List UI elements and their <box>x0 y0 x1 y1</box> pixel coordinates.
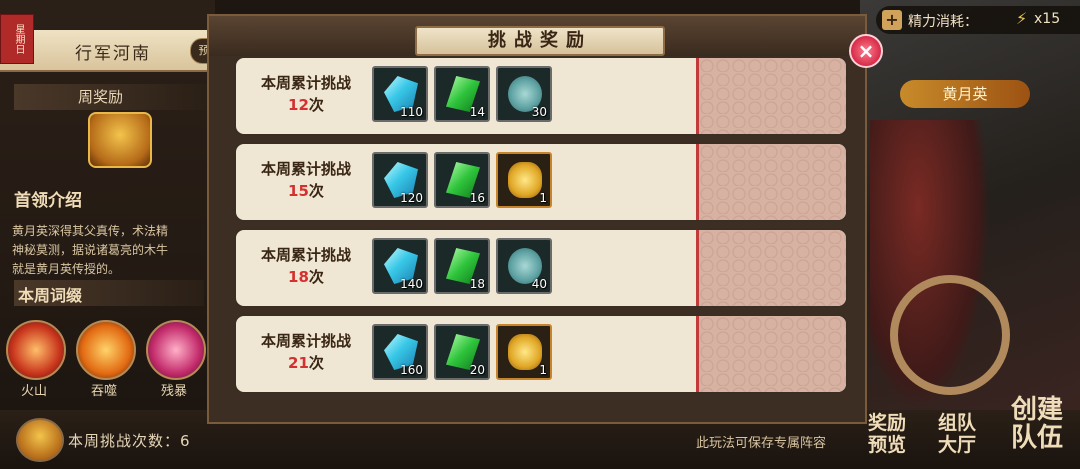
row-decoration <box>696 316 846 392</box>
threshold-prefix: 本周累计挑战 <box>260 332 351 350</box>
item-quantity: 110 <box>400 105 423 119</box>
reward-item[interactable]: 1 <box>496 152 552 208</box>
item-quantity: 1 <box>539 363 547 377</box>
boss-intro-title: 首领介绍 <box>14 191 82 211</box>
chest-icon[interactable] <box>16 418 64 462</box>
modal-title-plate: 挑战奖励 <box>415 26 665 56</box>
reward-item[interactable]: 20 <box>434 324 490 380</box>
reward-item[interactable]: 40 <box>496 238 552 294</box>
treasure-chest-icon[interactable] <box>88 112 152 168</box>
lightning-icon: ⚡ <box>1016 9 1028 28</box>
row-decoration <box>696 230 846 306</box>
threshold-suffix: 次 <box>308 182 324 200</box>
threshold-count: 15 <box>288 182 309 200</box>
threshold-suffix: 次 <box>308 96 324 114</box>
brutal-affix-icon[interactable] <box>146 320 206 380</box>
item-quantity: 1 <box>539 191 547 205</box>
weekly-challenge-count: 本周挑战次数：6 <box>68 432 191 450</box>
challenge-threshold-label: 本周累计挑战 18次 <box>246 244 366 288</box>
threshold-count: 12 <box>288 96 309 114</box>
weekly-affix-title: 本周词缀 <box>18 286 83 305</box>
stamina-cost-value: x15 <box>1034 11 1061 27</box>
challenge-threshold-label: 本周累计挑战 21次 <box>246 330 366 374</box>
affix-label: 火山 <box>20 384 47 399</box>
boss-name-plate: 黄月英 <box>900 80 1030 108</box>
boss-intro-text: 黄月英深得其父真传，术法精 神秘莫测，据说诸葛亮的木牛 就是黄月英传授的。 <box>12 224 169 276</box>
reward-row: 本周累计挑战 12次 110 14 30 <box>234 56 848 136</box>
item-quantity: 18 <box>469 277 485 291</box>
reward-item[interactable]: 16 <box>434 152 490 208</box>
item-quantity: 140 <box>400 277 423 291</box>
challenge-threshold-label: 本周累计挑战 12次 <box>246 72 366 116</box>
threshold-suffix: 次 <box>308 268 324 286</box>
item-quantity: 16 <box>469 191 485 205</box>
reward-list[interactable]: 本周累计挑战 12次 110 14 30 本周累计挑战 15次 120 16 1… <box>234 56 848 400</box>
reward-item[interactable]: 1 <box>496 324 552 380</box>
item-quantity: 14 <box>469 105 485 119</box>
weekly-reward-header: 周奖励 <box>14 84 210 110</box>
threshold-prefix: 本周累计挑战 <box>260 160 351 178</box>
add-stamina-button[interactable]: + <box>882 10 902 30</box>
item-quantity: 20 <box>469 363 485 377</box>
scene-ring <box>890 275 1010 395</box>
reward-row: 本周累计挑战 21次 160 20 1 <box>234 314 848 394</box>
reward-item[interactable]: 120 <box>372 152 428 208</box>
reward-row: 本周累计挑战 18次 140 18 40 <box>234 228 848 308</box>
lineup-note: 此玩法可保存专属阵容 <box>696 436 827 451</box>
reward-item[interactable]: 14 <box>434 66 490 122</box>
row-decoration <box>696 58 846 134</box>
reward-item[interactable]: 110 <box>372 66 428 122</box>
close-button[interactable]: × <box>849 34 883 68</box>
reward-row: 本周累计挑战 15次 120 16 1 <box>234 142 848 222</box>
threshold-count: 18 <box>288 268 309 286</box>
challenge-threshold-label: 本周累计挑战 15次 <box>246 158 366 202</box>
affix-label: 吞噬 <box>90 384 117 399</box>
threshold-prefix: 本周累计挑战 <box>260 246 351 264</box>
weekly-reward-title: 周奖励 <box>78 88 124 106</box>
gold-seal-icon <box>508 334 542 370</box>
create-team-button[interactable]: 创建 队伍 <box>998 396 1076 466</box>
devour-affix-icon[interactable] <box>76 320 136 380</box>
week-day-flag: 星期日 <box>0 14 34 64</box>
modal-title: 挑战奖励 <box>488 30 592 51</box>
stamina-cost-bar: + 精力消耗： ⚡ x15 <box>876 6 1080 34</box>
affix-label: 残暴 <box>160 384 187 399</box>
location-tab-label: 行军河南 <box>75 44 151 64</box>
threshold-suffix: 次 <box>308 354 324 372</box>
reward-item[interactable]: 18 <box>434 238 490 294</box>
item-quantity: 160 <box>400 363 423 377</box>
gold-seal-icon <box>508 162 542 198</box>
reward-item[interactable]: 160 <box>372 324 428 380</box>
row-decoration <box>696 144 846 220</box>
stamina-cost-label: 精力消耗： <box>908 14 978 30</box>
item-quantity: 40 <box>531 277 547 291</box>
reward-item[interactable]: 140 <box>372 238 428 294</box>
threshold-count: 21 <box>288 354 309 372</box>
threshold-prefix: 本周累计挑战 <box>260 74 351 92</box>
team-hall-button[interactable]: 组队 大厅 <box>926 412 988 464</box>
reward-item[interactable]: 30 <box>496 66 552 122</box>
item-quantity: 120 <box>400 191 423 205</box>
volcano-affix-icon[interactable] <box>6 320 66 380</box>
item-quantity: 30 <box>531 105 547 119</box>
